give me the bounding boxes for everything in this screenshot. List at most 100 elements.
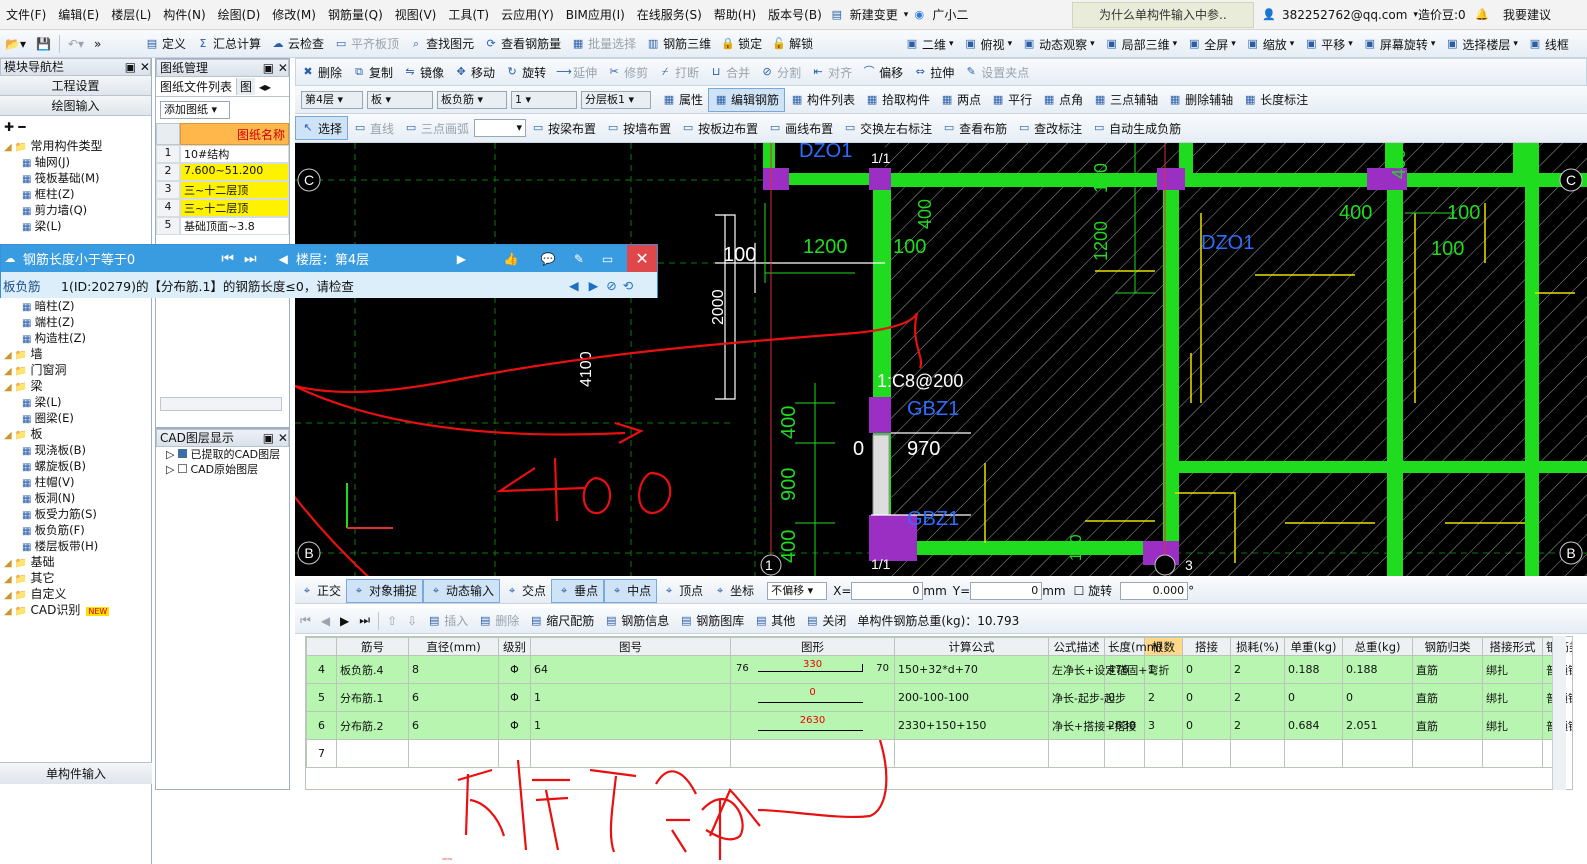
cell-formula[interactable]: 200-100-100 [894,683,1050,712]
table-vertical-scrollbar[interactable] [1552,636,1566,790]
cell-tw[interactable] [1342,739,1414,768]
tree-item[interactable]: ◢ 📁 常用构件类型 [0,138,151,154]
edit-button[interactable]: ↻ 旋转 [500,60,551,84]
toolbar-button[interactable]: ☁ 云检查 [266,32,329,56]
cell-loss[interactable]: 2 [1230,683,1286,712]
grid-tool-button[interactable]: ▤ 缩尺配筋 [524,609,599,633]
new-change-button[interactable]: ▤ 新建变更 ▾ [830,0,909,30]
component-subtype-select[interactable]: 板负筋 ▾ [437,90,507,109]
cad-canvas[interactable]: C B C B 100 1200 100 2000 4100 400 900 4… [295,143,1587,576]
first-record-icon[interactable]: ⏮ [295,609,316,633]
tree-item[interactable]: ◢ 📁 自定义 [0,586,151,602]
snap-button[interactable]: ⌖ 动态输入 [423,578,501,603]
menu-item[interactable]: 视图(V) [389,0,443,30]
grade-cell[interactable]: Φ [498,655,532,684]
cad-drawing[interactable]: C B C B 100 1200 100 2000 4100 400 900 4… [295,143,1587,576]
tree-item[interactable]: ◢ 📁 板 [0,426,151,442]
menu-item[interactable]: 修改(M) [266,0,322,30]
tree-item[interactable]: ▦ 暗柱(Z) [0,298,151,314]
question-box[interactable]: 为什么单构件输入中参.. [1072,2,1254,28]
grade-cell[interactable]: Φ [498,683,532,712]
tree-item[interactable]: ▦ 圈梁(E) [0,410,151,426]
tree-item[interactable]: ◢ 📁 梁 [0,378,151,394]
column-header[interactable]: 图号 [530,637,732,656]
cell-tw[interactable]: 0.188 [1342,655,1414,684]
rebar-name-cell[interactable]: 板负筋.4 [336,655,409,684]
tree-item[interactable]: ▦ 剪力墙(Q) [0,202,151,218]
shape-cell[interactable]: 0 [730,683,896,712]
cell-formula[interactable]: 2330+150+150 [894,711,1050,740]
cell-uw[interactable]: 0 [1284,683,1344,712]
maximize-icon[interactable]: ▭ [602,252,613,266]
snap-button[interactable]: ⌖ 坐标 [708,579,759,603]
column-header[interactable]: 筋号 [336,637,409,656]
toolbar-button[interactable]: ▤ 定义 [140,32,191,56]
tree-item[interactable]: ▦ 轴网(J) [0,154,151,170]
grid-tool-button[interactable]: ▤ 关闭 [800,609,851,633]
toolbar-button[interactable]: ▭ 平齐板顶 [329,32,404,56]
menu-item[interactable]: 帮助(H) [708,0,762,30]
open-icon[interactable]: 📂▾ [0,32,31,56]
tree-item[interactable]: ◢ 📁 门窗洞 [0,362,151,378]
rotate-checkbox[interactable]: ☐ 旋转 [1074,582,1113,599]
draw-tool-button[interactable]: ▭ 自动生成负筋 [1087,116,1186,140]
edit-button[interactable]: ⌒ 偏移 [857,60,908,84]
original-cad-layer-checkbox[interactable]: ▷ CAD原始图层 [166,462,289,477]
edit-button[interactable]: ⌿ 打断 [653,60,704,84]
tree-toolbar[interactable]: ✚ ━ [0,116,151,138]
ignore-icon[interactable]: ⊘ [606,278,616,293]
cell-cat[interactable]: 直筋 [1412,683,1484,712]
view-button[interactable]: ▣ 缩放 ▾ [1241,32,1300,56]
pin-icon[interactable]: ▣ ✕ [263,430,288,446]
view-button[interactable]: ▣ 选择楼层 ▾ [1440,32,1523,56]
draw-tool-button[interactable]: ▭ 直线 [348,116,399,140]
figure-number-cell[interactable]: 1 [530,683,732,712]
first-icon[interactable]: ⏮ [221,251,234,267]
edit-button[interactable]: ⇋ 镜像 [398,60,449,84]
last-record-icon[interactable]: ⏭ [354,609,375,633]
cell-cat[interactable]: 直筋 [1412,711,1484,740]
xiaoer-button[interactable]: ◉ 广小二 [912,0,974,30]
tree-item[interactable]: ◢ 📁 其它 [0,570,151,586]
draw-tool-button[interactable]: ▭ 画线布置 [763,116,838,140]
diameter-cell[interactable]: 6 [407,683,500,712]
rebar-name-cell[interactable]: 分布筋.2 [336,711,409,740]
menu-item[interactable]: 楼层(L) [105,0,157,30]
tree-item[interactable]: ▦ 梁(L) [0,394,151,410]
grid-tool-button[interactable]: ▤ 插入 [422,609,473,633]
column-header[interactable]: 损耗(%) [1230,637,1286,656]
edit-button[interactable]: ✎ 设置夹点 [959,60,1034,84]
column-header[interactable]: 钢筋归类 [1412,637,1484,656]
tree-item[interactable]: ▦ 板洞(N) [0,490,151,506]
layer-tool-button[interactable]: ▦ 构件列表 [785,88,860,112]
y-input[interactable]: 0 [970,581,1043,600]
save-icon[interactable]: 💾 [31,32,56,56]
edit-button[interactable]: ✂ 修剪 [602,60,653,84]
toolbar-button[interactable]: ▦ 批量选择 [566,32,641,56]
cell-lap[interactable]: 0 [1182,711,1232,740]
x-input[interactable]: 0 [851,581,924,600]
cell-cat[interactable] [1412,739,1484,768]
table-row[interactable]: 5分布筋.16Φ10200-100-100净长-起步-起步020200直筋绑扎普… [306,683,1572,712]
drawing-row[interactable]: 2 7.600~51.200 [156,163,289,181]
view-button[interactable]: ▣ 线框 [1523,32,1574,56]
offset-select[interactable]: 不偏移 ▾ [767,581,828,600]
layer-tool-button[interactable]: ▦ 点角 [1037,88,1088,112]
draw-tool-button[interactable]: ▭ 交换左右标注 [838,116,937,140]
column-header[interactable]: 单重(kg) [1284,637,1344,656]
column-header[interactable]: 搭接 [1182,637,1232,656]
thumb-icon[interactable]: 👍 [504,252,519,266]
layer-tool-button[interactable]: ▦ 拾取构件 [860,88,935,112]
floor-select[interactable]: 第4层 ▾ [301,90,363,109]
tree-item[interactable]: ▦ 框柱(Z) [0,186,151,202]
tree-item[interactable]: ◢ 📁 墙 [0,346,151,362]
shape-cell[interactable]: 330 76 70 [730,655,896,684]
draw-tool-button[interactable]: ▭ 三点画弧 [399,116,474,140]
column-header[interactable]: 直径(mm) [407,637,500,656]
edit-button[interactable]: ⇤ 对齐 [806,60,857,84]
cell-count[interactable]: 2 [1144,683,1184,712]
comment-icon[interactable]: 💬 [541,252,556,266]
snap-button[interactable]: ⌖ 交点 [500,579,551,603]
extracted-cad-layer-checkbox[interactable]: ▷ 已提取的CAD图层 [166,447,289,462]
cell-lap[interactable]: 0 [1182,655,1232,684]
